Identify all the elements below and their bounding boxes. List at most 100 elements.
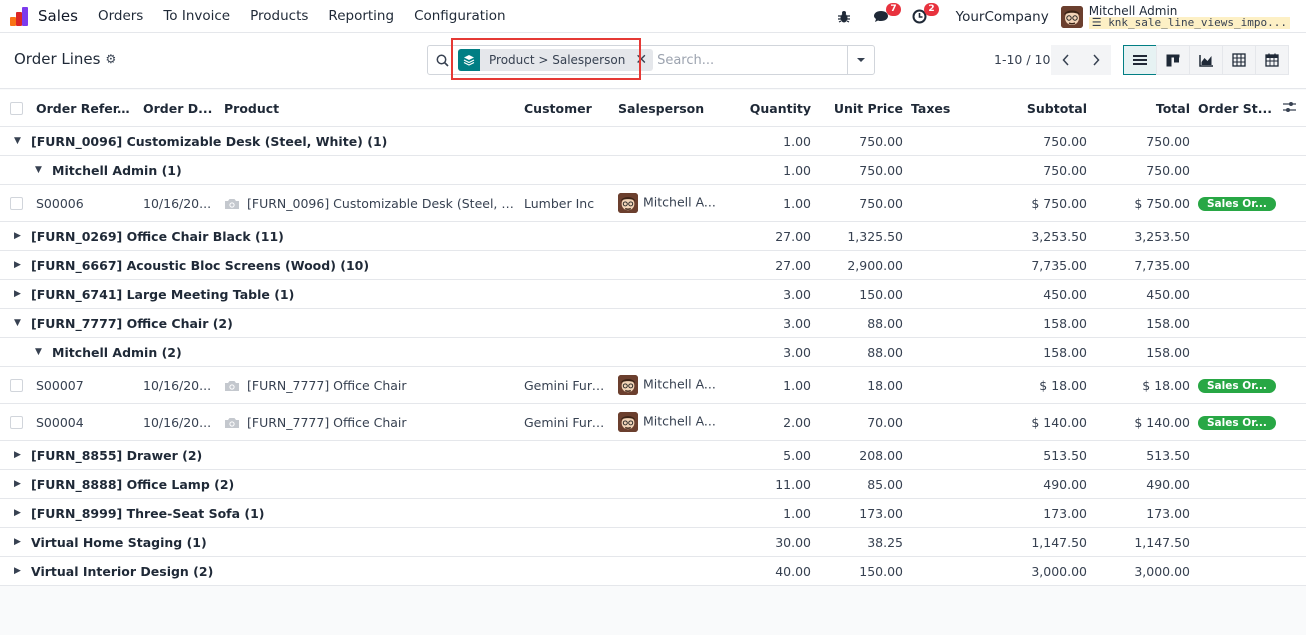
messages-icon[interactable]: 7	[872, 2, 901, 27]
group-label-text: [FURN_6667] Acoustic Bloc Screens (Wood)…	[31, 257, 370, 273]
group-row[interactable]: ▶ Virtual Interior Design (2) 40.00 150.…	[0, 557, 1306, 586]
optional-columns-toggle-icon[interactable]	[1283, 101, 1299, 116]
order-lines-table: Order Refer... Order D... Product Custom…	[0, 90, 1306, 586]
status-badge: Sales Or...	[1198, 196, 1276, 211]
pager-next-button[interactable]	[1081, 45, 1111, 75]
order-status-cell: Sales Or...	[1198, 378, 1278, 393]
layers-icon	[458, 49, 480, 71]
group-row[interactable]: ▶ [FURN_8999] Three-Seat Sofa (1) 1.00 1…	[0, 499, 1306, 528]
col-order-reference[interactable]: Order Refer...	[36, 101, 131, 116]
menu-products[interactable]: Products	[250, 8, 308, 24]
pivot-view-button[interactable]	[1222, 45, 1256, 75]
kanban-view-button[interactable]	[1156, 45, 1190, 75]
table-row[interactable]: S00004 10/16/20... [FURN_7777] Office Ch…	[0, 404, 1306, 441]
menu-to-invoice[interactable]: To Invoice	[163, 8, 230, 24]
gear-icon[interactable]: ⚙	[105, 52, 116, 66]
status-badge: Sales Or...	[1198, 378, 1276, 393]
database-icon: ☰	[1091, 15, 1102, 29]
group-row[interactable]: ▼ [FURN_7777] Office Chair (2) 3.00 88.0…	[0, 309, 1306, 338]
row-checkbox[interactable]	[10, 196, 23, 210]
app-name[interactable]: Sales	[38, 7, 78, 25]
col-product[interactable]: Product	[224, 101, 424, 116]
group-row[interactable]: ▶ [FURN_6741] Large Meeting Table (1) 3.…	[0, 280, 1306, 309]
status-badge: Sales Or...	[1198, 415, 1276, 430]
pager-previous-button[interactable]	[1051, 45, 1081, 75]
row-checkbox[interactable]	[10, 415, 23, 429]
debug-bug-icon[interactable]	[834, 7, 854, 27]
col-order-status[interactable]: Order St...	[1198, 101, 1273, 116]
col-subtotal[interactable]: Subtotal	[980, 101, 1087, 116]
search-input[interactable]	[657, 52, 858, 68]
search-options-toggle[interactable]	[847, 46, 874, 74]
product-name: [FURN_7777] Office Chair	[247, 377, 407, 393]
group-row[interactable]: ▼ Mitchell Admin (1) 1.00 750.00 750.00 …	[0, 156, 1306, 185]
remove-facet-close-icon[interactable]: ✕	[635, 52, 647, 68]
table-row[interactable]: S00006 10/16/20... [FURN_0096] Customiza…	[0, 185, 1306, 222]
graph-view-button[interactable]	[1189, 45, 1223, 75]
col-taxes[interactable]: Taxes	[911, 101, 971, 116]
calendar-view-button[interactable]	[1255, 45, 1289, 75]
user-menu[interactable]: Mitchell Admin ☰ knk_sale_line_views_imp…	[1088, 5, 1290, 29]
group-row[interactable]: ▶ [FURN_6667] Acoustic Bloc Screens (Woo…	[0, 251, 1306, 280]
product-cell: [FURN_7777] Office Chair	[224, 378, 516, 393]
page-title: Order Lines	[14, 50, 101, 68]
caret-down-icon: ▼	[35, 165, 42, 175]
salesperson-avatar	[618, 412, 638, 432]
group-row[interactable]: ▶ Virtual Home Staging (1) 30.00 38.25 1…	[0, 528, 1306, 557]
col-quantity[interactable]: Quantity	[720, 101, 811, 116]
group-label-text: Mitchell Admin (2)	[52, 344, 182, 360]
group-label-text: [FURN_0096] Customizable Desk (Steel, Wh…	[31, 133, 388, 149]
kanban-icon	[1166, 54, 1180, 66]
table-row[interactable]: S00007 10/16/20... [FURN_7777] Office Ch…	[0, 367, 1306, 404]
user-avatar[interactable]	[1060, 5, 1083, 28]
col-total[interactable]: Total	[1095, 101, 1190, 116]
view-switcher	[1123, 45, 1289, 75]
activities-badge: 2	[924, 2, 939, 16]
menu-configuration[interactable]: Configuration	[414, 8, 506, 24]
group-total: 1,147.50	[1134, 534, 1190, 550]
group-row[interactable]: ▼ [FURN_0096] Customizable Desk (Steel, …	[0, 127, 1306, 156]
group-label-text: [FURN_8855] Drawer (2)	[31, 447, 203, 463]
subtotal: $ 750.00	[1031, 195, 1087, 211]
col-order-date[interactable]: Order D...	[143, 101, 213, 116]
order-status-cell: Sales Or...	[1198, 196, 1278, 211]
group-total: 173.00	[1146, 505, 1190, 521]
sales-app-icon[interactable]	[10, 5, 32, 27]
group-row[interactable]: ▼ Mitchell Admin (2) 3.00 88.00 158.00 1…	[0, 338, 1306, 367]
group-label-text: [FURN_8888] Office Lamp (2)	[31, 476, 235, 492]
group-label-text: [FURN_7777] Office Chair (2)	[31, 315, 233, 331]
group-total: 158.00	[1146, 344, 1190, 360]
caret-right-icon: ▶	[14, 537, 21, 547]
list-view-button[interactable]	[1123, 45, 1157, 75]
group-row[interactable]: ▶ [FURN_8855] Drawer (2) 5.00 208.00 513…	[0, 441, 1306, 470]
caret-right-icon: ▶	[14, 231, 21, 241]
group-row[interactable]: ▶ [FURN_8888] Office Lamp (2) 11.00 85.0…	[0, 470, 1306, 499]
row-checkbox[interactable]	[10, 378, 23, 392]
group-subtotal: 490.00	[1043, 476, 1087, 492]
group-unit-price: 750.00	[859, 162, 903, 178]
product-name: [FURN_0096] Customizable Desk (Steel, Wh…	[247, 195, 516, 211]
col-customer[interactable]: Customer	[524, 101, 614, 116]
menu-orders[interactable]: Orders	[98, 8, 143, 24]
group-quantity: 1.00	[783, 162, 811, 178]
product-cell: [FURN_0096] Customizable Desk (Steel, Wh…	[224, 196, 516, 211]
unit-price: 18.00	[867, 377, 903, 393]
menu-reporting[interactable]: Reporting	[328, 8, 394, 24]
pager-value[interactable]: 1-10 / 10	[994, 52, 1050, 67]
company-switcher[interactable]: YourCompany	[956, 9, 1049, 25]
group-quantity: 27.00	[775, 228, 811, 244]
search-icon[interactable]	[428, 54, 456, 67]
col-unit-price[interactable]: Unit Price	[815, 101, 903, 116]
customer: Gemini Furni...	[524, 377, 612, 393]
select-all-checkbox[interactable]	[10, 101, 23, 115]
group-label: ▶ [FURN_8888] Office Lamp (2)	[14, 477, 614, 492]
caret-down-icon: ▼	[35, 347, 42, 357]
group-row[interactable]: ▶ [FURN_0269] Office Chair Black (11) 27…	[0, 222, 1306, 251]
group-total: 513.50	[1146, 447, 1190, 463]
activities-clock-icon[interactable]: 2	[910, 2, 939, 27]
order-reference: S00004	[36, 414, 84, 430]
group-by-facet[interactable]: Product > Salesperson ✕	[458, 49, 654, 71]
group-label-text: [FURN_0269] Office Chair Black (11)	[31, 228, 284, 244]
product-image-camera-icon	[224, 198, 240, 210]
col-salesperson[interactable]: Salesperson	[618, 101, 718, 116]
